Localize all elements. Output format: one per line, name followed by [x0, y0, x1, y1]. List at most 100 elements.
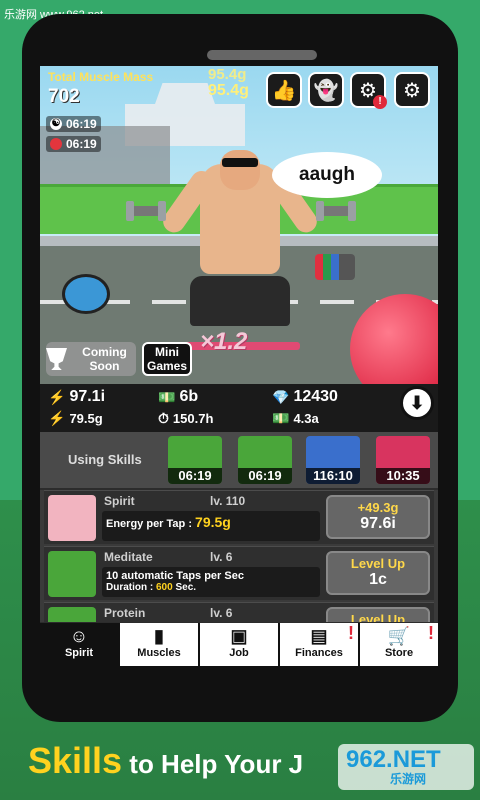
- tab-muscles[interactable]: ▮ Muscles: [120, 623, 200, 666]
- yin-yang-icon: [48, 551, 96, 597]
- skill-title: Spirit: [104, 494, 135, 508]
- skill-desc-label: Energy per Tap :: [106, 518, 192, 530]
- dumbbell-right: [316, 201, 356, 221]
- cash-clock-icon: 💵: [272, 410, 290, 426]
- yin-yang-icon: ☯: [50, 118, 62, 130]
- skill-level: lv. 6: [210, 606, 233, 620]
- strength-value: 97.1i: [69, 388, 106, 405]
- skill-slot-timer: 116:10: [306, 468, 360, 484]
- stone-wall: [40, 126, 170, 186]
- level-up-cost: 1c: [369, 571, 387, 588]
- settings-alert-button[interactable]: ⚙ !: [350, 72, 387, 109]
- briefcase-icon: ▣: [230, 626, 248, 646]
- level-up-protein-button[interactable]: Level Up: [326, 607, 430, 622]
- dumbbell-left: [126, 201, 166, 221]
- thumbs-up-icon: 👍: [271, 79, 297, 102]
- trophy-icon: [46, 348, 67, 370]
- mini-games-button[interactable]: Mini Games: [142, 342, 192, 376]
- skill-desc-value: 79.5g: [195, 514, 231, 530]
- list-item-protein: Protein lv. 6 Level Up: [44, 602, 434, 622]
- muscle-rate: 95.4g: [208, 82, 249, 99]
- skills-list[interactable]: Spirit lv. 110 Energy per Tap : 79.5g +4…: [40, 490, 438, 622]
- tab-job[interactable]: ▣ Job: [200, 623, 280, 666]
- ghost-button[interactable]: 👻: [308, 72, 344, 108]
- skill-slot-video[interactable]: 10:35: [376, 436, 430, 484]
- settings-button[interactable]: ⚙: [394, 72, 430, 108]
- tab-label: Spirit: [64, 647, 94, 659]
- cash-rate-value: 4.3a: [293, 411, 319, 426]
- total-muscle-value: 702: [48, 86, 80, 107]
- using-skills-label: Using Skills: [68, 452, 142, 467]
- list-item-meditate: Meditate lv. 6 10 automatic Taps per Sec…: [44, 546, 434, 600]
- tab-label: Store: [384, 647, 414, 659]
- skill-desc-line: 10 automatic Taps per Sec: [106, 570, 244, 582]
- tap-lightning-icon: ⚡: [48, 410, 66, 426]
- duration-value: 600: [156, 582, 173, 593]
- mini-games-label: Mini Games: [146, 345, 188, 373]
- kettlebell: [62, 274, 110, 314]
- skill-slot-bottle[interactable]: 116:10: [306, 436, 360, 484]
- time-remaining-value: 150.7h: [172, 411, 214, 426]
- tap-multiplier: ×1.2: [200, 328, 248, 355]
- cash-icon: 💵: [158, 388, 176, 405]
- upgrade-spirit-button[interactable]: +49.3g 97.6i: [326, 495, 430, 539]
- alert-badge: !: [373, 95, 387, 109]
- upgrade-cost: 97.6i: [360, 515, 396, 532]
- strength-resource: ⚡ 97.1i: [48, 388, 105, 406]
- tab-label: Job: [229, 647, 249, 659]
- time-remaining: ⏱ 150.7h: [158, 410, 213, 427]
- skill-title: Meditate: [104, 550, 153, 564]
- gem-resource: 💎 12430: [272, 388, 338, 406]
- tab-label: Muscles: [137, 647, 181, 659]
- tab-store[interactable]: 🛒 Store !: [360, 623, 438, 666]
- watermark-sub: 乐游网: [390, 772, 427, 786]
- ghost-icon: 👻: [313, 79, 339, 102]
- list-item-spirit: Spirit lv. 110 Energy per Tap : 79.5g +4…: [44, 490, 434, 544]
- collapse-button[interactable]: ⬇: [400, 386, 434, 420]
- brain-icon: [48, 495, 96, 541]
- promo-caption: Skills to Help Your J: [28, 740, 303, 782]
- cash-resource: 💵 6b: [158, 388, 198, 406]
- gear-icon: ⚙: [403, 79, 421, 102]
- bottom-nav: ☺ Spirit ▮ Muscles ▣ Job ▤ Finances ! 🛒 …: [40, 623, 438, 666]
- buff-timer-value: 06:19: [66, 117, 97, 131]
- coming-soon-label: Coming Soon: [82, 345, 127, 373]
- alert-icon: !: [348, 623, 354, 643]
- sunglasses: [222, 158, 258, 167]
- coming-soon-button[interactable]: Coming Soon: [46, 342, 136, 376]
- buff-timer-value: 06:19: [66, 137, 97, 151]
- head-icon: ☺: [69, 626, 89, 646]
- caption-text: to Help Your J: [122, 749, 304, 779]
- muscle-rate-fading: 95.4g: [208, 66, 247, 83]
- duration-label: Duration :: [106, 582, 154, 593]
- skill-slot-timer: 10:35: [376, 468, 430, 484]
- character-head: [220, 150, 260, 190]
- strength-rate: ⚡ 79.5g: [48, 410, 103, 427]
- character-pants: [190, 276, 290, 326]
- cash-value: 6b: [179, 388, 199, 405]
- skill-slot-meditate[interactable]: 06:19: [168, 436, 222, 484]
- money-icon: ▤: [310, 626, 328, 646]
- buff-timer-protein: 06:19: [46, 136, 101, 152]
- total-muscle-label: Total Muscle Mass: [48, 70, 154, 84]
- lightning-icon: ⚡: [48, 388, 66, 405]
- tab-spirit[interactable]: ☺ Spirit: [40, 623, 120, 666]
- watermark-bottom: 962.NET 乐游网: [338, 744, 474, 790]
- alert-icon: !: [428, 623, 434, 643]
- level-up-meditate-button[interactable]: Level Up 1c: [326, 551, 430, 595]
- skill-description: Energy per Tap : 79.5g: [102, 511, 320, 541]
- skill-slot-timer: 06:19: [238, 468, 292, 484]
- cash-rate: 💵 4.3a: [272, 410, 319, 427]
- game-screen: aaugh ×1.2 Total Muscle Mass 702 95.4g 9…: [40, 66, 438, 666]
- skill-level: lv. 6: [210, 550, 233, 564]
- tab-finances[interactable]: ▤ Finances !: [280, 623, 360, 666]
- skill-slot-protein[interactable]: 06:19: [238, 436, 292, 484]
- speech-bubble: aaugh: [272, 152, 382, 198]
- buff-timer-meditate: ☯ 06:19: [46, 116, 101, 132]
- like-button[interactable]: 👍: [266, 72, 302, 108]
- weight-plates: [315, 254, 355, 280]
- skill-description: 10 automatic Taps per Sec Duration : 600…: [102, 567, 320, 597]
- tab-label: Finances: [295, 647, 343, 659]
- skill-slot-timer: 06:19: [168, 468, 222, 484]
- gym-scene[interactable]: aaugh ×1.2 Total Muscle Mass 702 95.4g 9…: [40, 66, 438, 386]
